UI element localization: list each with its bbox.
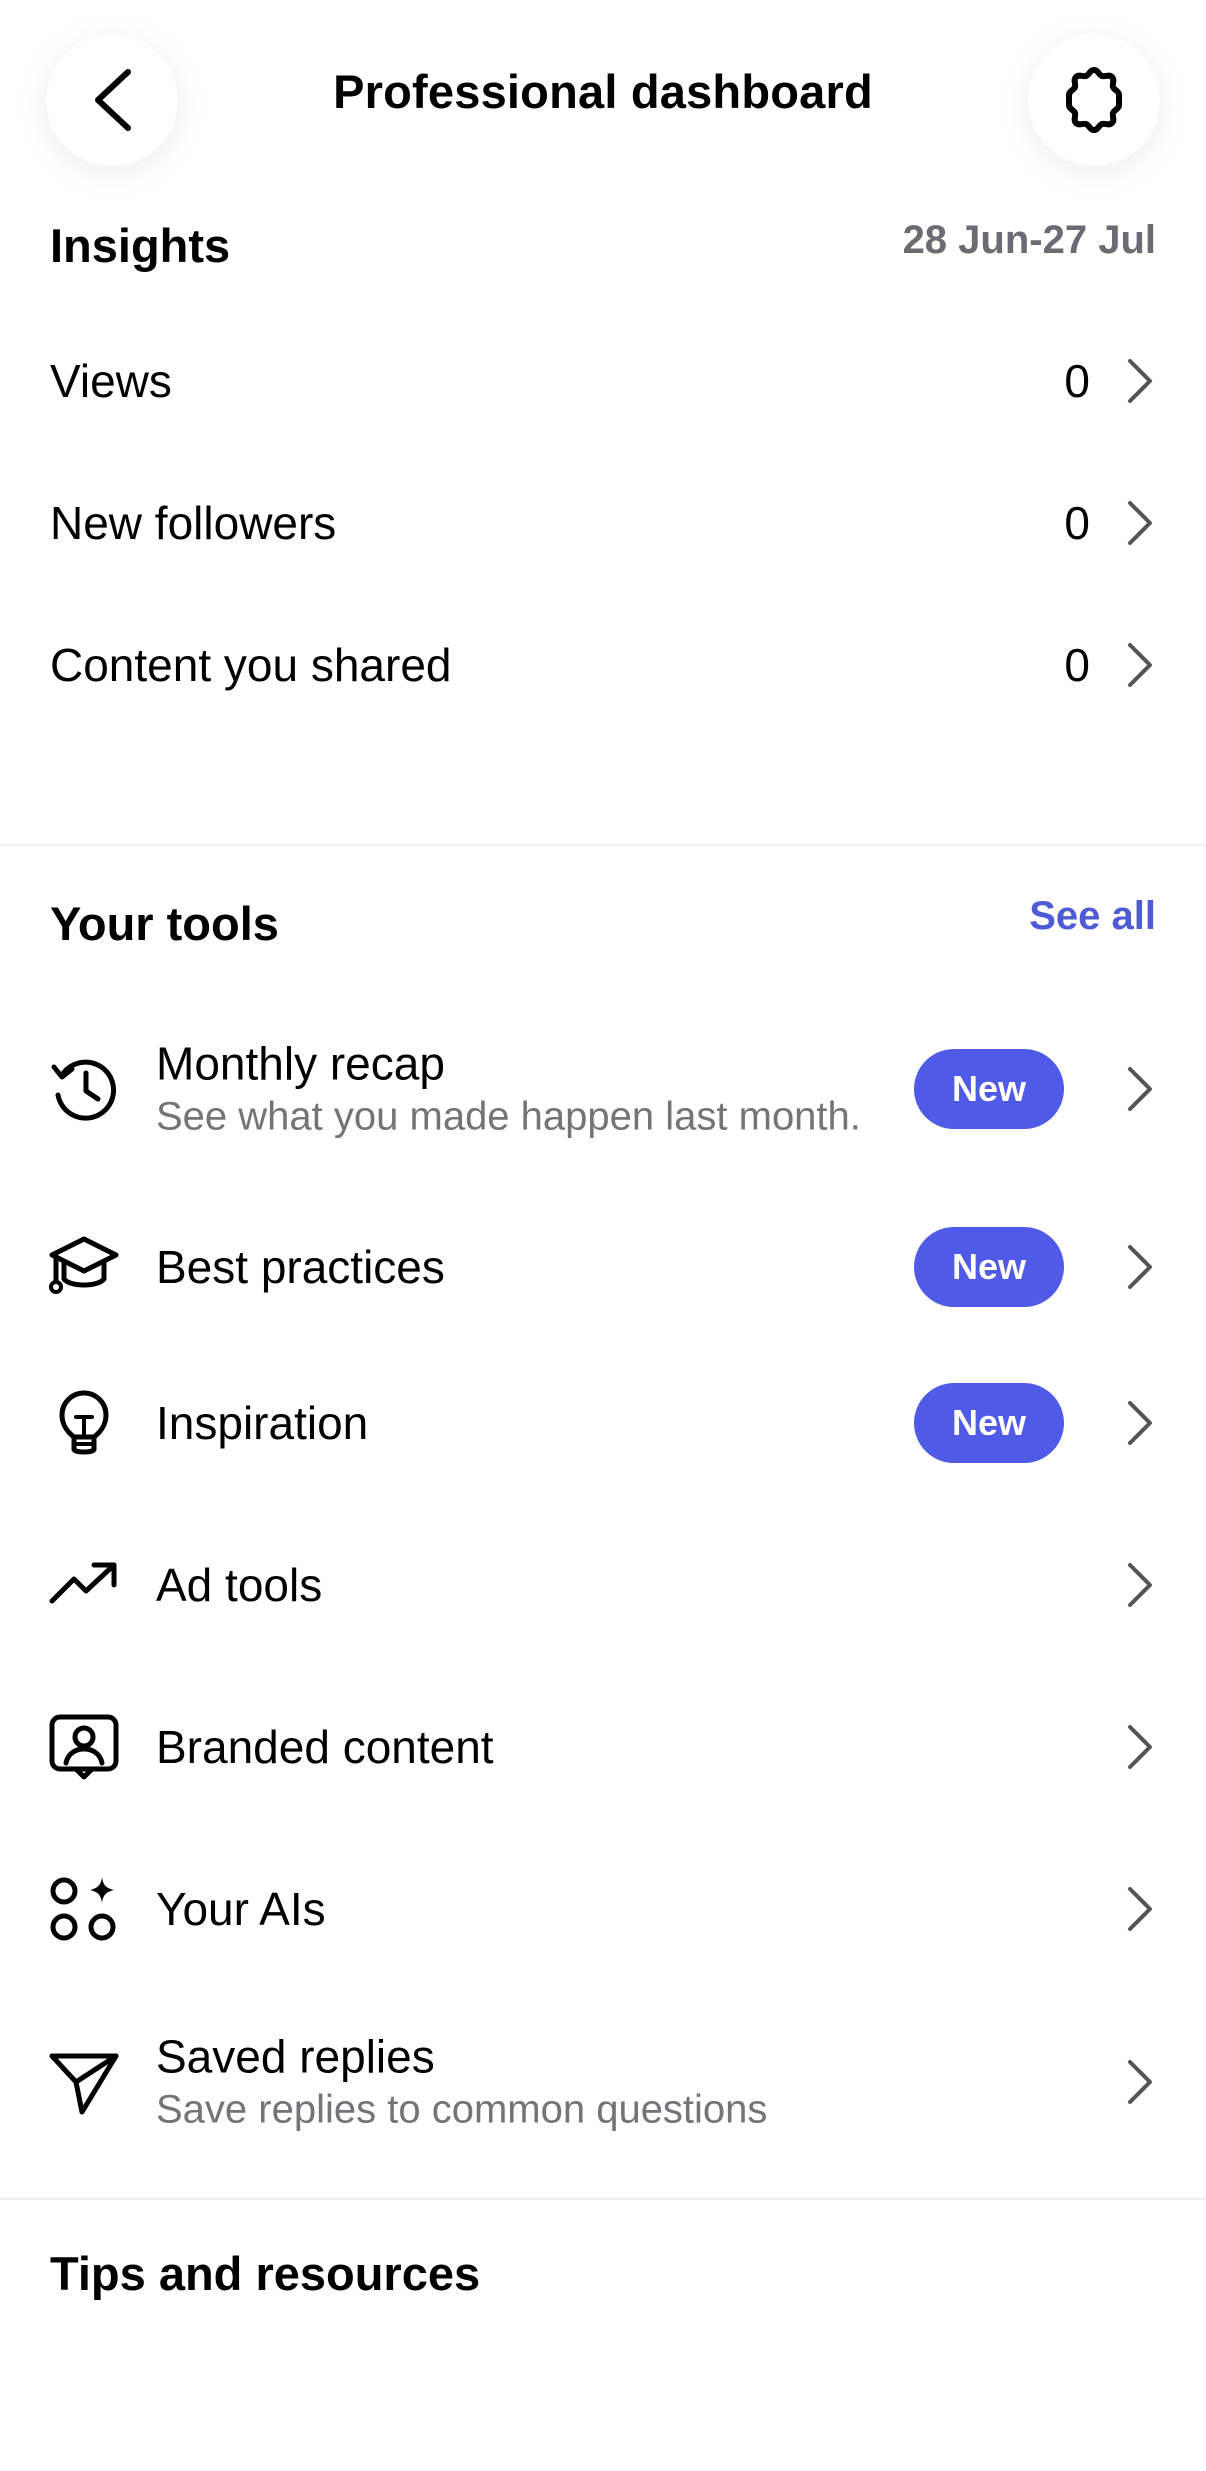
- tool-row-ad-tools[interactable]: Ad tools: [0, 1504, 1206, 1666]
- chevron-right-icon: [1128, 501, 1152, 545]
- tool-text: Monthly recap See what you made happen l…: [156, 1036, 906, 1143]
- insights-title: Insights: [50, 219, 231, 272]
- lightbulb-icon: [59, 1390, 109, 1455]
- header: Professional dashboard: [0, 0, 1206, 210]
- see-all-link[interactable]: See all: [1029, 894, 1156, 939]
- tool-text: Your AIs: [156, 1881, 906, 1937]
- tools-title: Your tools: [50, 897, 279, 950]
- chevron-right-icon: [1128, 643, 1152, 687]
- chevron-right-icon: [1128, 1067, 1152, 1111]
- settings-button[interactable]: [1028, 34, 1160, 166]
- graduation-cap-icon: [49, 1236, 119, 1294]
- page-title: Professional dashboard: [333, 65, 873, 118]
- chevron-right-icon: [1128, 1401, 1152, 1445]
- insight-value: 0: [1064, 639, 1090, 691]
- tips-title: Tips and resources: [50, 2247, 481, 2300]
- insight-label: New followers: [50, 497, 337, 549]
- insight-row-new-followers[interactable]: New followers 0: [0, 452, 1206, 594]
- tool-label: Best practices: [156, 1241, 445, 1293]
- new-badge: New: [914, 1227, 1064, 1307]
- tool-row-your-ais[interactable]: Your AIs: [0, 1828, 1206, 1990]
- tool-label: Inspiration: [156, 1397, 369, 1449]
- new-badge: New: [914, 1383, 1064, 1463]
- chevron-right-icon: [1128, 2060, 1152, 2104]
- tools-header: Your tools See all: [0, 846, 1206, 986]
- date-range: 28 Jun-27 Jul: [902, 218, 1156, 262]
- tool-label: Monthly recap: [156, 1037, 445, 1090]
- insight-label: Views: [50, 355, 172, 407]
- paper-plane-icon: [49, 2053, 119, 2115]
- tool-subtitle: See what you made happen last month.: [156, 1094, 861, 1139]
- trending-up-icon: [49, 1562, 117, 1604]
- tool-label: Your AIs: [156, 1883, 326, 1935]
- gear-icon: [1066, 67, 1122, 133]
- tool-subtitle: Save replies to common questions: [156, 2087, 768, 2132]
- chevron-right-icon: [1128, 359, 1152, 403]
- insight-label: Content you shared: [50, 639, 452, 691]
- insights-header: Insights 28 Jun-27 Jul: [0, 180, 1206, 310]
- tool-label: Branded content: [156, 1721, 494, 1773]
- chevron-right-icon: [1128, 1563, 1152, 1607]
- tool-text: Inspiration: [156, 1395, 906, 1451]
- tool-text: Best practices: [156, 1239, 906, 1295]
- chevron-right-icon: [1128, 1887, 1152, 1931]
- tool-row-best-practices[interactable]: Best practices New: [0, 1192, 1206, 1342]
- insight-row-content-shared[interactable]: Content you shared 0: [0, 594, 1206, 736]
- insight-value: 0: [1064, 497, 1090, 549]
- portrait-badge-icon: [49, 1714, 119, 1780]
- tool-row-branded-content[interactable]: Branded content: [0, 1666, 1206, 1828]
- history-icon: [51, 1059, 117, 1121]
- tool-text: Branded content: [156, 1719, 906, 1775]
- tips-header: Tips and resources: [0, 2200, 1206, 2340]
- chevron-right-icon: [1128, 1725, 1152, 1769]
- tool-row-saved-replies[interactable]: Saved replies Save replies to common que…: [0, 1990, 1206, 2174]
- insight-value: 0: [1064, 355, 1090, 407]
- ai-shapes-icon: [50, 1877, 116, 1941]
- chevron-right-icon: [1128, 1245, 1152, 1289]
- tool-row-inspiration[interactable]: Inspiration New: [0, 1342, 1206, 1504]
- tool-label: Saved replies: [156, 2030, 435, 2083]
- tool-label: Ad tools: [156, 1559, 323, 1611]
- tool-row-monthly-recap[interactable]: Monthly recap See what you made happen l…: [0, 986, 1206, 1192]
- new-badge: New: [914, 1049, 1064, 1129]
- tool-text: Saved replies Save replies to common que…: [156, 2029, 1046, 2136]
- insight-row-views[interactable]: Views 0: [0, 310, 1206, 452]
- tool-text: Ad tools: [156, 1557, 906, 1613]
